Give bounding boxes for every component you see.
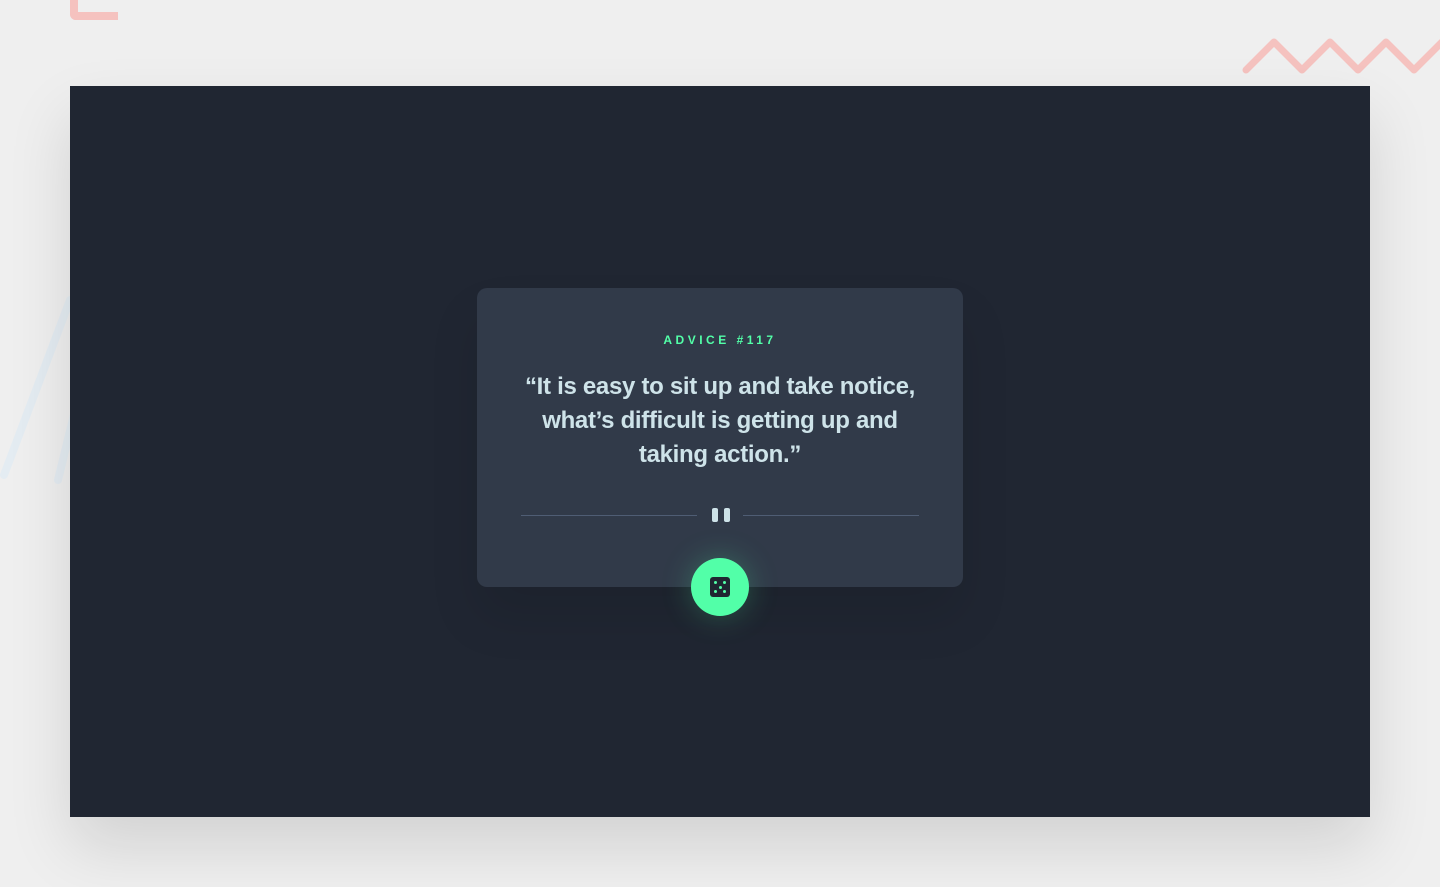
advice-number-label: ADVICE #117: [663, 333, 777, 347]
app-frame: ADVICE #117 “It is easy to sit up and ta…: [70, 86, 1370, 817]
divider-line-right: [743, 515, 919, 516]
advice-card: ADVICE #117 “It is easy to sit up and ta…: [477, 288, 963, 616]
page: ADVICE #117 “It is easy to sit up and ta…: [0, 0, 1440, 887]
divider: [521, 508, 919, 522]
pause-icon: [711, 508, 731, 522]
dice-icon: [710, 577, 730, 597]
slash-decoration: [0, 296, 80, 484]
zigzag-decoration: [1242, 38, 1440, 74]
corner-decoration: [70, 0, 118, 20]
advice-quote: “It is easy to sit up and take notice, w…: [524, 373, 916, 468]
divider-line-left: [521, 515, 697, 516]
new-advice-button[interactable]: [691, 558, 749, 616]
